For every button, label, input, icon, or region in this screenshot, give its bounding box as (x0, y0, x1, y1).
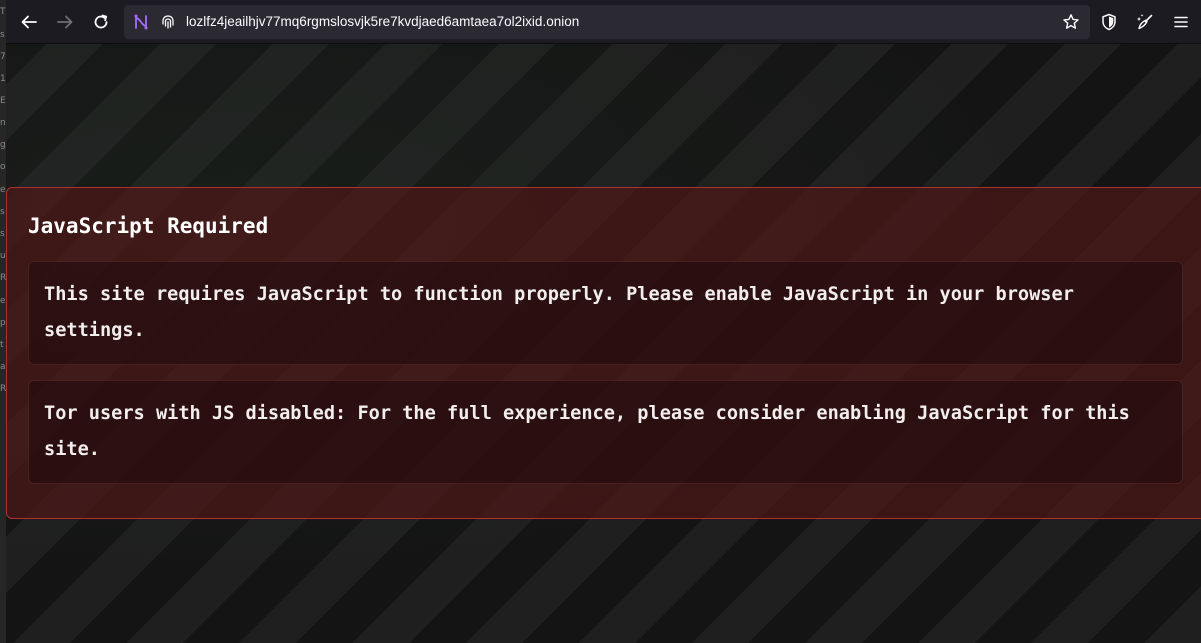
edge-char: p (0, 318, 6, 328)
javascript-required-alert: JavaScript Required This site requires J… (6, 187, 1201, 519)
alert-message-box: This site requires JavaScript to functio… (28, 261, 1183, 365)
tor-notice-box: Tor users with JS disabled: For the full… (28, 380, 1183, 484)
alert-message-text: This site requires JavaScript to functio… (44, 284, 1074, 341)
edge-char: e (0, 296, 6, 306)
url-text[interactable]: lozlfz4jeailhjv77mq6rgmslosvjk5re7kvdjae… (186, 5, 579, 39)
broom-icon (1137, 14, 1153, 30)
edge-char: 1 (0, 74, 6, 84)
tor-circuit-icon[interactable] (132, 13, 150, 31)
forward-button[interactable] (50, 7, 80, 37)
shield-icon (1102, 13, 1116, 31)
edge-char: R (0, 384, 6, 394)
edge-char: u (0, 251, 6, 261)
edge-char: g (0, 140, 6, 150)
edge-char: a (0, 362, 6, 372)
edge-char: E (0, 96, 6, 106)
reload-icon (94, 14, 108, 29)
edge-char: o (0, 162, 6, 172)
reload-button[interactable] (86, 7, 116, 37)
background-window-edge: T s 7 1 E n g o e s s u R e p t a R (0, 0, 6, 643)
hamburger-menu-icon (1174, 16, 1188, 28)
back-button[interactable] (14, 7, 44, 37)
edge-char: s (0, 30, 5, 40)
edge-char: n (0, 118, 6, 128)
page-content: JavaScript Required This site requires J… (0, 44, 1201, 643)
star-icon[interactable] (1062, 13, 1080, 31)
edge-char: t (0, 340, 4, 350)
edge-char: s (0, 207, 5, 217)
alert-title: JavaScript Required (28, 214, 269, 238)
arrow-left-icon (21, 15, 37, 29)
edge-char: T (0, 7, 6, 17)
edge-char: e (0, 185, 6, 195)
new-identity-button[interactable] (1130, 7, 1160, 37)
browser-toolbar: lozlfz4jeailhjv77mq6rgmslosvjk5re7kvdjae… (0, 0, 1201, 44)
fingerprint-icon[interactable] (160, 14, 176, 30)
tor-notice-text: Tor users with JS disabled: For the full… (44, 403, 1130, 460)
edge-char: s (0, 229, 5, 239)
edge-char: R (0, 273, 6, 283)
application-menu-button[interactable] (1166, 7, 1196, 37)
browser-window: T s 7 1 E n g o e s s u R e p t a R lozl… (0, 0, 1201, 643)
security-level-button[interactable] (1094, 7, 1124, 37)
address-bar[interactable]: lozlfz4jeailhjv77mq6rgmslosvjk5re7kvdjae… (124, 5, 1090, 39)
edge-char: 7 (0, 52, 6, 62)
arrow-right-icon (57, 15, 73, 29)
